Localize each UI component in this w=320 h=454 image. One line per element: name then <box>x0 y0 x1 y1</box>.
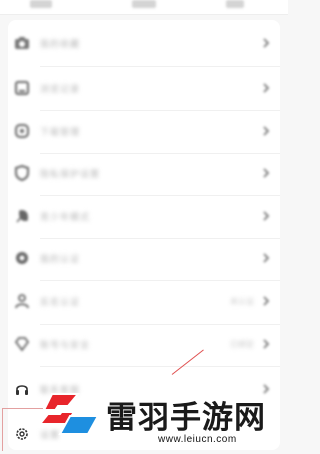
watermark-url: www.leiucn.com <box>158 434 237 445</box>
chevron-right-icon <box>263 296 270 306</box>
shield-icon <box>15 165 29 181</box>
watermark-title: 雷羽手游网 <box>106 400 266 436</box>
tab-likes[interactable]: 点赞 <box>226 0 244 8</box>
chevron-right-icon <box>263 38 270 48</box>
menu-item-teen-mode[interactable]: 青少年模式 <box>8 196 280 236</box>
menu-item-value: 已绑定 <box>230 340 254 349</box>
headset-icon <box>16 385 28 395</box>
user-icon <box>15 294 29 309</box>
badge-icon <box>16 252 28 264</box>
menu-item-label: 下载管理 <box>40 127 81 137</box>
camera-icon <box>15 37 29 49</box>
leaf-icon <box>16 210 28 223</box>
menu-item-verification[interactable]: 我的认证 <box>8 238 280 278</box>
menu-item-label: 我的收藏 <box>40 39 81 49</box>
menu-item-label: 隐私保护设置 <box>40 169 101 179</box>
chevron-right-icon <box>263 126 270 136</box>
chevron-right-icon <box>263 253 270 263</box>
tab-comments[interactable]: 评论 <box>132 0 156 8</box>
menu-item-history[interactable]: 浏览记录 <box>8 68 280 108</box>
history-icon <box>15 81 29 95</box>
divider <box>40 366 280 367</box>
menu-item-value: 未认证 <box>230 297 254 306</box>
menu-item-label: 账号与安全 <box>40 340 91 350</box>
menu-item-label: 浏览记录 <box>40 84 81 94</box>
watermark-logo <box>38 393 100 435</box>
chevron-right-icon <box>263 168 270 178</box>
download-icon <box>15 124 29 138</box>
menu-item-privacy[interactable]: 隐私保护设置 <box>8 153 280 193</box>
highlight-box <box>2 408 43 451</box>
top-tab-bar: 全部 评论 点赞 <box>0 0 288 15</box>
chevron-right-icon <box>263 83 270 93</box>
menu-item-downloads[interactable]: 下载管理 <box>8 111 280 151</box>
menu-item-favorites[interactable]: 我的收藏 <box>8 23 280 63</box>
menu-item-label: 实名认证 <box>40 297 81 307</box>
menu-item-label: 我的认证 <box>40 254 81 264</box>
watermark: 雷羽手游网 www.leiucn.com <box>38 384 288 450</box>
divider <box>40 66 280 67</box>
tab-all[interactable]: 全部 <box>30 0 52 8</box>
diamond-icon <box>14 337 30 352</box>
chevron-right-icon <box>263 339 270 349</box>
menu-item-account-security[interactable]: 账号与安全 已绑定 <box>8 324 280 364</box>
chevron-right-icon <box>263 211 270 221</box>
menu-item-real-name[interactable]: 实名认证 未认证 <box>8 281 280 321</box>
menu-item-label: 青少年模式 <box>40 212 91 222</box>
